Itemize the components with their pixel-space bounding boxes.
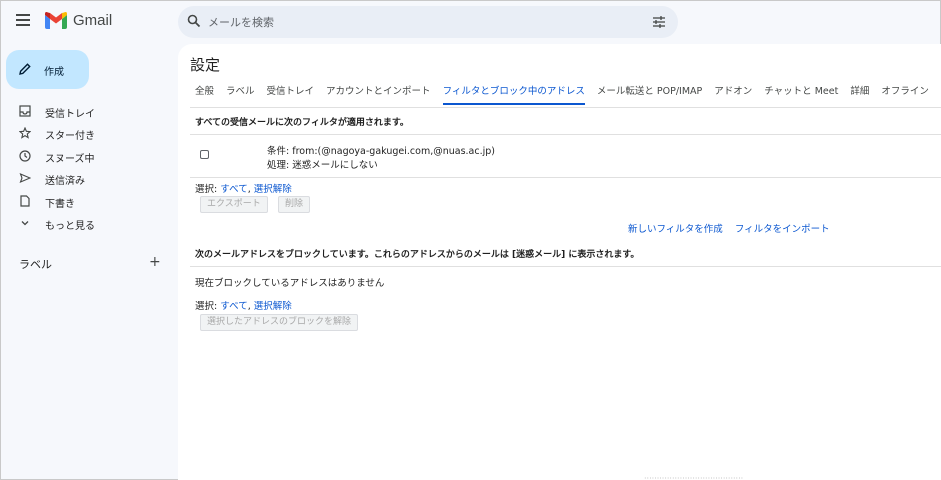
blocked-divider	[190, 266, 941, 267]
inbox-icon	[19, 105, 31, 117]
sidebar-item-label: 受信トレイ	[45, 109, 95, 120]
blocked-select-row: 選択: すべて, 選択解除	[195, 298, 292, 312]
search-icon[interactable]	[187, 14, 201, 28]
page-title: 設定	[190, 56, 221, 74]
tabs-divider	[190, 107, 941, 108]
tab-advanced[interactable]: 詳細	[850, 86, 869, 106]
filter-condition: 条件: from:(@nagoya-gakugei.com,@nuas.ac.j…	[267, 146, 495, 157]
pencil-icon	[19, 63, 31, 75]
select-none-link[interactable]: 選択解除	[254, 184, 292, 195]
select-all-link[interactable]: すべて	[220, 184, 247, 195]
sidebar-item-label: もっと見る	[45, 220, 95, 232]
sidebar-item-label: 送信済み	[45, 176, 85, 188]
header: Gmail	[0, 0, 941, 44]
tab-addons[interactable]: アドオン	[714, 86, 752, 106]
footer-links: ·······································	[644, 474, 744, 480]
clock-icon	[19, 150, 31, 162]
draft-icon	[20, 194, 30, 207]
select-none-link[interactable]: 選択解除	[254, 301, 292, 312]
filters-select-row: 選択: すべて, 選択解除	[195, 181, 292, 195]
gmail-logo-icon[interactable]	[45, 12, 67, 29]
tab-offline[interactable]: オフライン	[881, 86, 929, 106]
blocked-empty-message: 現在ブロックしているアドレスはありません	[195, 278, 385, 289]
search-bar[interactable]	[178, 6, 678, 38]
sidebar-item-sent[interactable]: 送信済み	[0, 167, 178, 189]
sidebar-item-snoozed[interactable]: スヌーズ中	[0, 145, 178, 167]
compose-label: 作成	[44, 67, 64, 78]
sidebar-item-inbox[interactable]: 受信トレイ	[0, 100, 178, 122]
select-label: 選択:	[195, 184, 221, 195]
tab-forwarding[interactable]: メール転送と POP/IMAP	[597, 86, 702, 106]
select-label: 選択:	[195, 301, 221, 312]
search-input[interactable]	[208, 13, 628, 31]
sidebar-nav: 受信トレイ スター付き スヌーズ中 送信済み 下書き もっと見る	[0, 100, 178, 234]
unblock-button[interactable]: 選択したアドレスのブロックを解除	[200, 314, 359, 331]
tab-general[interactable]: 全般	[195, 86, 214, 106]
select-all-link[interactable]: すべて	[220, 301, 247, 312]
search-options-icon[interactable]	[652, 15, 666, 29]
menu-icon[interactable]	[16, 14, 30, 26]
filters-heading: すべての受信メールに次のフィルタが適用されます。	[195, 118, 409, 128]
filter-actions: 新しいフィルタを作成 フィルタをインポート	[628, 221, 842, 235]
compose-button[interactable]: 作成	[6, 50, 89, 89]
send-icon	[19, 173, 31, 184]
filters-divider	[190, 134, 941, 135]
sidebar-item-label: スター付き	[45, 131, 95, 143]
app-name: Gmail	[73, 12, 113, 29]
star-icon	[19, 127, 31, 140]
settings-tabs: 全般 ラベル 受信トレイ アカウントとインポート フィルタとブロック中のアドレス メール転…	[195, 86, 941, 108]
filter-checkbox[interactable]	[200, 150, 209, 159]
sidebar-item-label: スヌーズ中	[45, 153, 95, 165]
tab-accounts[interactable]: アカウントとインポート	[326, 86, 431, 106]
blocked-heading: 次のメールアドレスをブロックしています。これらのアドレスからのメールは [迷惑メ…	[195, 250, 640, 260]
tab-chat-meet[interactable]: チャットと Meet	[764, 86, 838, 106]
tab-labels[interactable]: ラベル	[226, 86, 255, 106]
labels-section-title: ラベル	[19, 258, 52, 271]
export-button[interactable]: エクスポート	[200, 196, 268, 213]
sidebar-item-more[interactable]: もっと見る	[0, 212, 178, 234]
create-filter-link[interactable]: 新しいフィルタを作成	[628, 224, 723, 235]
delete-button[interactable]: 削除	[278, 196, 311, 213]
tab-filters[interactable]: フィルタとブロック中のアドレス	[442, 86, 586, 106]
add-label-button[interactable]: +	[149, 254, 161, 270]
filter-action: 処理: 迷惑メールにしない	[267, 160, 378, 171]
settings-panel: 設定 全般 ラベル 受信トレイ アカウントとインポート フィルタとブロック中のアドレスメ…	[178, 44, 941, 480]
chevron-down-icon	[21, 220, 29, 226]
filter-row-divider	[190, 177, 941, 178]
sidebar-item-drafts[interactable]: 下書き	[0, 190, 178, 212]
tab-inbox[interactable]: 受信トレイ	[267, 86, 315, 106]
sidebar-item-starred[interactable]: スター付き	[0, 122, 178, 144]
import-filters-link[interactable]: フィルタをインポート	[735, 224, 830, 235]
sidebar-item-label: 下書き	[45, 198, 75, 210]
